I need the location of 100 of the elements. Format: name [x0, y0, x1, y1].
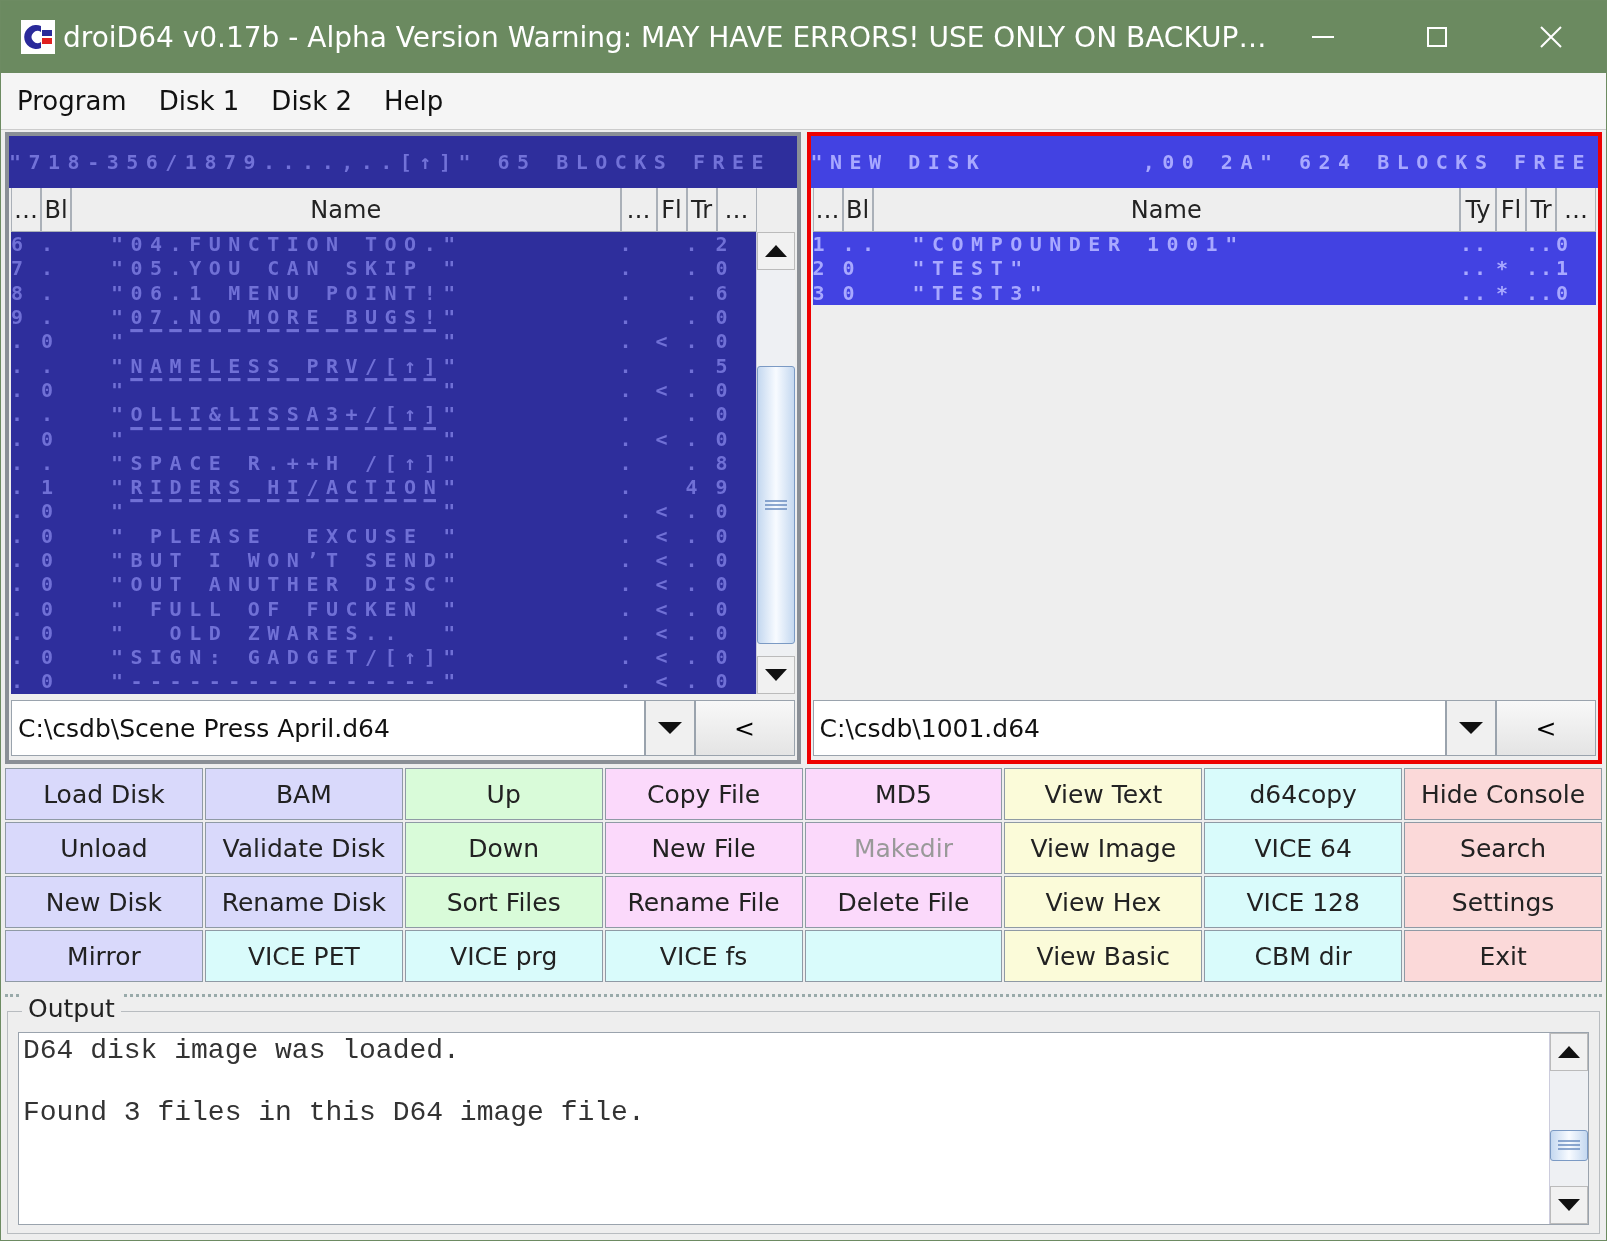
table-cell: .	[685, 596, 700, 621]
table-cell: .	[619, 353, 634, 378]
menu-item[interactable]: Disk 1	[158, 84, 240, 118]
action-button[interactable]: View Basic	[1004, 930, 1203, 982]
table-cell: "----------------"	[111, 669, 463, 694]
action-button[interactable]: Settings	[1404, 876, 1602, 928]
dropdown-icon[interactable]	[644, 700, 695, 756]
scrollbar[interactable]	[1549, 1033, 1588, 1224]
table-cell: 0	[715, 329, 730, 354]
scroll-up-icon[interactable]	[756, 232, 795, 270]
back-button[interactable]: <	[1496, 700, 1596, 756]
action-button[interactable]: d64copy	[1204, 768, 1403, 820]
path-field[interactable]: C:\csdb\1001.d64	[812, 700, 1446, 756]
table-cell: 0	[41, 329, 61, 354]
table-cell: "05.YOU CAN SKIP "	[111, 256, 463, 281]
table-cell: 2	[812, 256, 833, 281]
back-button[interactable]: <	[694, 700, 795, 756]
table-cell: 2	[715, 232, 730, 257]
action-button[interactable]: New File	[604, 822, 803, 874]
menu-item[interactable]: Disk 2	[271, 84, 352, 118]
table-cell: 0	[715, 402, 730, 427]
action-button[interactable]: MD5	[804, 768, 1003, 820]
table-cell: ..	[1460, 232, 1489, 257]
scroll-down-icon[interactable]	[756, 656, 795, 694]
table-cell: 1	[1556, 256, 1571, 281]
scroll-thumb[interactable]	[1550, 1129, 1588, 1162]
scroll-down-icon[interactable]	[1550, 1186, 1588, 1224]
table-cell: "06.1 MENU POINT!"	[111, 280, 463, 305]
app-logo-icon	[21, 20, 55, 54]
table-cell: 0	[715, 426, 730, 451]
table-cell: 0	[842, 256, 863, 281]
action-button[interactable]: Sort Files	[404, 876, 603, 928]
dropdown-icon[interactable]	[1446, 700, 1496, 756]
table-cell: .	[41, 402, 61, 427]
action-button[interactable]: Mirror	[5, 930, 203, 982]
table-cell: .	[685, 426, 700, 451]
table-cell: <	[655, 669, 670, 694]
menu-item[interactable]: Help	[384, 84, 444, 118]
action-button[interactable]: View Image	[1004, 822, 1203, 874]
table-cell: .	[11, 329, 31, 354]
table-cell: 8	[11, 280, 31, 305]
table-cell: .	[41, 232, 61, 257]
table-cell: *	[1496, 280, 1511, 305]
action-button[interactable]: View Text	[1004, 768, 1203, 820]
action-button[interactable]: BAM	[204, 768, 403, 820]
action-button[interactable]: Unload	[5, 822, 203, 874]
action-button[interactable]: CBM dir	[1204, 930, 1403, 982]
table-cell: .	[619, 499, 634, 524]
action-button[interactable]: VICE PET	[204, 930, 403, 982]
table-cell: "07.NO MORE BUGS!"	[111, 305, 463, 330]
action-button[interactable]: Down	[404, 822, 603, 874]
table-cell: .	[619, 669, 634, 694]
action-button[interactable]: Validate Disk	[204, 822, 403, 874]
table-cell: 6	[715, 280, 730, 305]
table-cell: 9	[715, 475, 730, 500]
action-button[interactable]: Exit	[1404, 930, 1602, 982]
table-cell: ..	[1526, 256, 1555, 281]
table-cell: .	[619, 329, 634, 354]
action-button[interactable]: Delete File	[804, 876, 1003, 928]
menu-item[interactable]: Program	[17, 84, 127, 118]
action-button[interactable]: VICE 128	[1204, 876, 1403, 928]
table-cell: .	[11, 475, 31, 500]
action-button[interactable]: VICE 64	[1204, 822, 1403, 874]
table-cell: 0	[41, 377, 61, 402]
scroll-thumb[interactable]	[756, 366, 795, 645]
action-button[interactable]: Rename Disk	[204, 876, 403, 928]
table-cell: <	[655, 499, 670, 524]
action-button[interactable]: VICE prg	[404, 930, 603, 982]
action-button[interactable]	[804, 930, 1003, 982]
scroll-up-icon[interactable]	[1550, 1033, 1588, 1071]
action-button[interactable]: Search	[1404, 822, 1602, 874]
table-cell: ..	[1460, 280, 1489, 305]
table-cell: <	[655, 426, 670, 451]
table-cell: 0	[1556, 280, 1571, 305]
table-cell: .	[11, 450, 31, 475]
table-cell: 1	[41, 475, 61, 500]
table-cell: "TEST3"	[912, 280, 1050, 305]
table-cell: 1	[812, 232, 833, 257]
action-button[interactable]: Up	[404, 768, 603, 820]
table-cell: 7	[11, 256, 31, 281]
window-title: droiD64 v0.17b - Alpha Version Warning: MAY HAVE ERRORS! USE ONLY ON BACKUP…	[63, 20, 1267, 54]
table-cell: 0	[715, 548, 730, 572]
scrollbar[interactable]	[755, 232, 795, 694]
table-cell: .	[619, 256, 634, 281]
action-button[interactable]: Hide Console	[1404, 768, 1602, 820]
action-button[interactable]: VICE fs	[604, 930, 803, 982]
table-cell: 0	[842, 280, 863, 305]
table-cell: .	[11, 669, 31, 694]
table-cell: 0	[715, 645, 730, 670]
table-cell: 0	[715, 669, 730, 694]
action-button[interactable]: View Hex	[1004, 876, 1203, 928]
table-cell: "▔▔▔▔▔▔▔▔▔▔▔▔▔▔▔▔"	[111, 377, 463, 402]
action-button[interactable]: New Disk	[5, 876, 203, 928]
action-button[interactable]: Rename File	[604, 876, 803, 928]
action-button[interactable]: Copy File	[604, 768, 803, 820]
table-cell: 5	[715, 353, 730, 378]
path-field[interactable]: C:\csdb\Scene Press April.d64	[11, 700, 645, 756]
table-cell: ..	[1460, 256, 1489, 281]
table-cell: 0	[715, 596, 730, 621]
action-button[interactable]: Load Disk	[5, 768, 203, 820]
